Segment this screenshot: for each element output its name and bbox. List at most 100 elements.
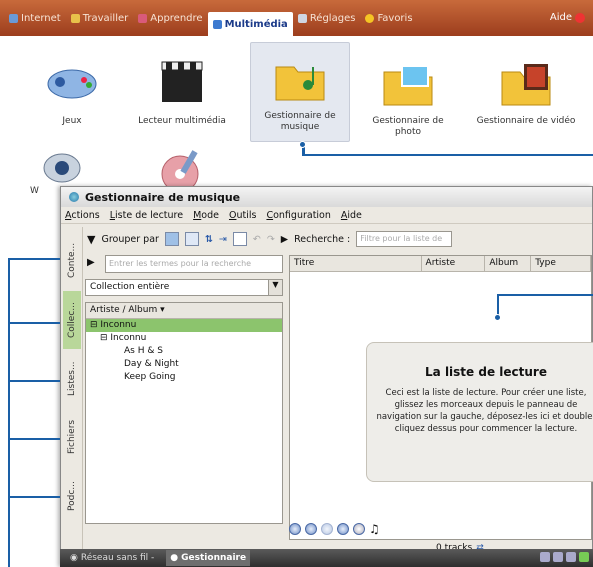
view-detail-icon[interactable] xyxy=(184,232,199,246)
tree-row[interactable]: As H & S xyxy=(86,345,282,358)
tab-files[interactable]: Fichiers xyxy=(63,409,81,465)
playlist-search-input[interactable]: Filtre pour la liste de xyxy=(356,231,453,247)
tree-row[interactable]: ⊟ Inconnu xyxy=(86,332,282,345)
callout-line xyxy=(8,438,60,440)
previous-icon[interactable] xyxy=(289,523,301,535)
group-by-button[interactable]: Grouper par xyxy=(101,234,158,245)
undo-icon[interactable]: ↶ xyxy=(253,234,261,245)
taskbar-network[interactable]: ◉ Réseau sans fil - xyxy=(66,550,158,566)
book-icon xyxy=(138,13,148,23)
tab-podcasts[interactable]: Podc... xyxy=(63,471,81,521)
tab-multimedia[interactable]: Multimédia xyxy=(207,12,293,36)
collection-tree[interactable]: Artiste / Album ▾ ⊟ Inconnu ⊟ Inconnu As… xyxy=(85,302,283,524)
search-icon: ▶ xyxy=(280,233,289,245)
col-type[interactable]: Type xyxy=(531,256,591,271)
taskbar-gestionnaire[interactable]: ● Gestionnaire xyxy=(166,550,251,566)
media-icon xyxy=(212,19,222,29)
star-icon xyxy=(365,13,375,23)
app-lecteur-multimedia[interactable]: Lecteur multimédia xyxy=(132,52,232,127)
callout-line xyxy=(8,380,60,382)
filter-icon: ▶ xyxy=(87,257,95,268)
col-title[interactable]: Titre xyxy=(290,256,422,271)
tab-apprendre[interactable]: Apprendre xyxy=(133,7,207,29)
tree-row[interactable]: Day & Night xyxy=(86,358,282,371)
menu-actions[interactable]: Actions xyxy=(65,210,100,221)
tab-travailler[interactable]: Travailler xyxy=(66,7,134,29)
side-tabs: Conte... Collec... Listes... Fichiers Po… xyxy=(61,227,83,566)
menu-outils[interactable]: Outils xyxy=(229,210,256,221)
app-gestionnaire-video[interactable]: Gestionnaire de vidéo xyxy=(476,52,576,127)
tab-playlists[interactable]: Listes... xyxy=(63,355,81,403)
playlist-pane[interactable]: Titre Artiste Album Type La liste de lec… xyxy=(289,255,593,540)
info-text: Ceci est la liste de lecture. Pour créer… xyxy=(376,388,593,434)
pause-icon[interactable] xyxy=(321,523,333,535)
col-artist[interactable]: Artiste xyxy=(422,256,486,271)
battery-icon[interactable] xyxy=(553,552,563,562)
app-gestionnaire-musique[interactable]: Gestionnaire de musique xyxy=(250,42,350,142)
chevron-down-icon: ▼ xyxy=(268,280,282,295)
tab-collection[interactable]: Collec... xyxy=(63,291,81,349)
callout-line xyxy=(497,294,499,316)
sort-icon[interactable]: ⇅ xyxy=(205,234,213,245)
app-icon: ● xyxy=(170,553,179,563)
tab-context[interactable]: Conte... xyxy=(63,235,81,285)
collection-select[interactable]: Collection entière ▼ xyxy=(85,279,283,296)
tab-reglages[interactable]: Réglages xyxy=(293,7,361,29)
volume-icon[interactable] xyxy=(353,523,365,535)
playlist-info-box: La liste de lecture Ceci est la liste de… xyxy=(366,342,593,482)
toolbar: ▼ Grouper par ⇅ ⇥ ↶ ↷ ▶ Recherche : Filt… xyxy=(83,227,592,251)
gamepad-icon xyxy=(42,52,102,110)
collection-filter-input[interactable]: Entrer les termes pour la recherche xyxy=(105,255,283,273)
clapperboard-icon xyxy=(152,52,212,110)
stop-icon[interactable] xyxy=(337,523,349,535)
search-label: Recherche : xyxy=(294,233,351,245)
callout-line xyxy=(497,294,593,296)
queue-icon[interactable]: ⇥ xyxy=(219,234,227,245)
tree-row[interactable]: Keep Going xyxy=(86,371,282,384)
briefcase-icon xyxy=(70,13,80,23)
window-titlebar[interactable]: Gestionnaire de musique xyxy=(61,187,592,207)
menu-aide[interactable]: Aide xyxy=(341,210,362,221)
tab-favoris[interactable]: Favoris xyxy=(360,7,417,29)
callout-line xyxy=(302,154,593,156)
callout-line xyxy=(8,322,60,324)
update-icon[interactable] xyxy=(579,552,589,562)
taskbar: ◉ Réseau sans fil - ● Gestionnaire xyxy=(60,549,593,567)
tab-internet[interactable]: Internet xyxy=(4,7,66,29)
wrench-icon xyxy=(297,13,307,23)
callout-line xyxy=(8,258,60,260)
volume-tray-icon[interactable] xyxy=(566,552,576,562)
info-title: La liste de lecture xyxy=(425,365,547,379)
menu-configuration[interactable]: Configuration xyxy=(266,210,330,221)
menu-mode[interactable]: Mode xyxy=(193,210,219,221)
equalizer-icon[interactable]: ♫ xyxy=(369,522,380,536)
network-icon: ◉ xyxy=(70,553,78,563)
col-album[interactable]: Album xyxy=(485,256,532,271)
top-panel: Internet Travailler Apprendre Multimédia… xyxy=(0,0,593,36)
group-icon: ▼ xyxy=(87,232,96,246)
playlist-columns: Titre Artiste Album Type xyxy=(290,256,591,272)
play-icon[interactable] xyxy=(305,523,317,535)
playlist-icon[interactable] xyxy=(232,232,247,246)
help-button[interactable]: Aide xyxy=(550,12,585,23)
music-manager-window: Gestionnaire de musique Actions Liste de… xyxy=(60,186,593,567)
view-list-icon[interactable] xyxy=(164,232,179,246)
help-icon xyxy=(575,12,585,23)
tree-row[interactable]: ⊟ Inconnu xyxy=(86,319,282,332)
tree-header[interactable]: Artiste / Album ▾ xyxy=(86,303,282,319)
app-gestionnaire-photo[interactable]: Gestionnaire de photo xyxy=(358,52,458,138)
redo-icon[interactable]: ↷ xyxy=(267,234,275,245)
callout-line xyxy=(8,258,10,567)
menu-bar: Actions Liste de lecture Mode Outils Con… xyxy=(61,207,592,224)
app-icon xyxy=(69,192,79,202)
wifi-icon[interactable] xyxy=(540,552,550,562)
callout-dot xyxy=(494,314,501,321)
globe-icon xyxy=(9,13,18,23)
app-jeux[interactable]: Jeux xyxy=(22,52,122,127)
callout-dot xyxy=(299,141,306,148)
menu-liste-de-lecture[interactable]: Liste de lecture xyxy=(110,210,183,221)
system-tray xyxy=(540,552,589,562)
playback-controls: ♫ xyxy=(289,522,380,536)
video-folder-icon xyxy=(496,52,556,110)
photo-folder-icon xyxy=(378,52,438,110)
